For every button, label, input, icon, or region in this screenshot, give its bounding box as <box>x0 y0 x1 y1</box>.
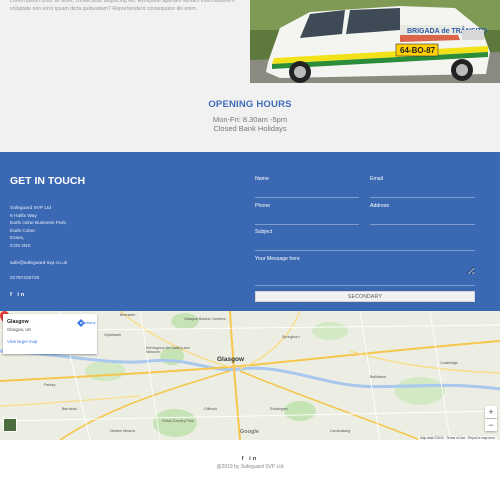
address-line: Earls Colne. <box>10 228 37 234</box>
contact-heading: GET IN TOUCH <box>10 175 86 187</box>
address-line: CO6 2NS <box>10 243 31 249</box>
contact-email-link[interactable]: safe@safeguard-svp.co.uk <box>10 261 67 266</box>
directions-icon <box>77 319 85 327</box>
place-title: Glasgow <box>7 319 29 325</box>
name-field[interactable]: Name <box>255 176 359 198</box>
map-label-cambuslang: Cambuslang <box>330 429 351 433</box>
map-label-pollok: Pollok Country Park <box>162 419 194 423</box>
zoom-out-button[interactable]: − <box>485 419 497 431</box>
email-label: Email <box>370 176 383 182</box>
embedded-map[interactable]: Glasgow Botanic Gardens Kelvingrove Art … <box>0 311 500 440</box>
message-textarea[interactable] <box>255 263 475 275</box>
opening-hours-weekdays: Mon-Fri: 8.30am -5pm <box>212 115 288 124</box>
address-line: Safeguard SVP Ltd <box>10 206 51 211</box>
map-city-label: Glasgow <box>217 356 245 363</box>
address-field[interactable]: Address <box>370 203 475 225</box>
vehicle-illustration: BRIGADA de TRÂNSITO 64-BO-87 <box>250 0 500 83</box>
map-label-botanic: Glasgow Botanic Gardens <box>184 317 226 321</box>
address-label: Address <box>370 203 390 209</box>
map-label-rutherglen: Rutherglen <box>270 407 288 411</box>
map-label-paisley: Paisley <box>44 383 56 387</box>
name-label: Name <box>255 176 269 182</box>
map-label-bearsden: Bearsden <box>120 313 136 317</box>
email-input[interactable] <box>370 191 475 197</box>
message-label: Your Message here <box>255 256 300 262</box>
view-larger-map-link[interactable]: View larger map <box>7 339 37 344</box>
opening-hours: OPENING HOURS Mon-Fri: 8.30am -5pm Close… <box>0 99 500 133</box>
satellite-toggle[interactable] <box>3 418 17 432</box>
company-address: Safeguard SVP Ltd 8 Halfix Way Earls col… <box>10 205 67 251</box>
google-logo: Google <box>240 429 259 435</box>
address-line: Essex, <box>10 236 25 242</box>
address-line: Earls colne Business Park, <box>10 221 68 227</box>
subject-field[interactable]: Subject <box>255 229 475 251</box>
name-input[interactable] <box>255 191 359 197</box>
email-field[interactable]: Email <box>370 176 475 198</box>
zoom-in-button[interactable]: + <box>485 406 497 418</box>
contact-section: GET IN TOUCH Safeguard SVP Ltd 8 Halfix … <box>0 152 500 311</box>
social-links[interactable]: f in <box>10 292 26 298</box>
svg-text:64-BO-87: 64-BO-87 <box>400 46 436 55</box>
map-label-barrhead: Barrhead <box>62 407 77 411</box>
phone-label: Phone <box>255 203 271 209</box>
map-label-baillieston: Baillieston <box>370 375 387 379</box>
map-place-card: Glasgow Glasgow, UK View larger map Dire… <box>3 314 97 354</box>
footer-social-links[interactable]: f in <box>0 456 500 462</box>
message-field[interactable]: Your Message here <box>255 256 475 286</box>
contact-phone: 01787220720 <box>10 276 40 281</box>
address-input[interactable] <box>370 218 475 224</box>
map-label-coatbridge: Coatbridge <box>440 361 458 365</box>
opening-hours-holidays: Closed Bank Holidays <box>213 124 287 133</box>
subject-label: Subject <box>255 229 273 235</box>
opening-hours-title: OPENING HOURS <box>208 99 292 110</box>
map-label-newton-mearns: Newton Mearns <box>110 429 136 433</box>
subject-input[interactable] <box>255 244 475 250</box>
directions-button[interactable]: Directions <box>77 319 97 327</box>
map-label-clydebank: Clydebank <box>104 333 121 337</box>
map-label-giffnock: Giffnock <box>204 407 218 411</box>
copyright-text: @2019 by Safeguard SVP Ltd <box>216 464 284 470</box>
phone-field[interactable]: Phone <box>255 203 359 225</box>
intro-section: Lorem ipsum dolor sit amet, consectetur … <box>0 0 500 152</box>
map-label-kelvingrove: Kelvingrove Art Gallery and Museum <box>146 346 190 354</box>
page-footer: f in @2019 by Safeguard SVP Ltd <box>0 440 500 500</box>
phone-input[interactable] <box>255 218 359 224</box>
place-subtitle: Glasgow, UK <box>7 327 32 332</box>
intro-text: Lorem ipsum dolor sit amet, consectetur … <box>10 0 235 12</box>
vehicle-photo: BRIGADA de TRÂNSITO 64-BO-87 <box>250 0 500 83</box>
submit-button[interactable]: SECONDARY <box>255 291 475 302</box>
map-label-springburn: Springburn <box>282 335 300 339</box>
address-line: 8 Halfix Way <box>10 213 37 219</box>
